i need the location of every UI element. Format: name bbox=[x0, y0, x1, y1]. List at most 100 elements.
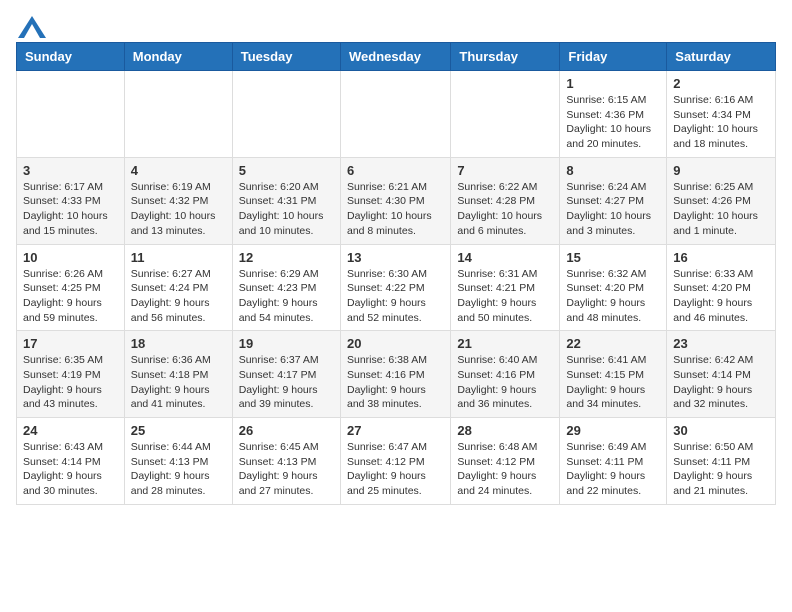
calendar-cell: 15 Sunrise: 6:32 AM Sunset: 4:20 PM Dayli… bbox=[560, 244, 667, 331]
day-number: 8 bbox=[566, 163, 660, 178]
calendar-cell bbox=[17, 71, 125, 158]
calendar-cell bbox=[451, 71, 560, 158]
day-info: Sunrise: 6:37 AM Sunset: 4:17 PM Dayligh… bbox=[239, 353, 334, 412]
calendar-cell: 24Sunrise: 6:43 AM Sunset: 4:14 PM Dayli… bbox=[17, 418, 125, 505]
calendar-cell bbox=[340, 71, 450, 158]
day-info: Sunrise: 6:31 AM Sunset: 4:21 PM Dayligh… bbox=[457, 267, 553, 326]
day-info: Sunrise: 6:43 AM Sunset: 4:14 PM Dayligh… bbox=[23, 440, 118, 499]
calendar-cell: 23 Sunrise: 6:42 AM Sunset: 4:14 PM Dayli… bbox=[667, 331, 776, 418]
calendar-cell: 20 Sunrise: 6:38 AM Sunset: 4:16 PM Dayli… bbox=[340, 331, 450, 418]
day-info: Sunrise: 6:33 AM Sunset: 4:20 PM Dayligh… bbox=[673, 267, 769, 326]
day-info: Sunrise: 6:48 AM Sunset: 4:12 PM Dayligh… bbox=[457, 440, 553, 499]
day-info: Sunrise: 6:15 AM Sunset: 4:36 PM Dayligh… bbox=[566, 93, 660, 152]
day-info: Sunrise: 6:25 AM Sunset: 4:26 PM Dayligh… bbox=[673, 180, 769, 239]
day-info: Sunrise: 6:32 AM Sunset: 4:20 PM Dayligh… bbox=[566, 267, 660, 326]
calendar-cell: 26 Sunrise: 6:45 AM Sunset: 4:13 PM Dayli… bbox=[232, 418, 340, 505]
calendar-day-header: Saturday bbox=[667, 43, 776, 71]
page-header bbox=[16, 16, 776, 34]
calendar-cell: 9 Sunrise: 6:25 AM Sunset: 4:26 PM Daylig… bbox=[667, 157, 776, 244]
day-number: 13 bbox=[347, 250, 444, 265]
calendar-cell: 2 Sunrise: 6:16 AM Sunset: 4:34 PM Daylig… bbox=[667, 71, 776, 158]
day-info: Sunrise: 6:26 AM Sunset: 4:25 PM Dayligh… bbox=[23, 267, 118, 326]
calendar-cell: 21Sunrise: 6:40 AM Sunset: 4:16 PM Dayli… bbox=[451, 331, 560, 418]
day-info: Sunrise: 6:38 AM Sunset: 4:16 PM Dayligh… bbox=[347, 353, 444, 412]
calendar-cell: 16 Sunrise: 6:33 AM Sunset: 4:20 PM Dayli… bbox=[667, 244, 776, 331]
calendar-cell: 29Sunrise: 6:49 AM Sunset: 4:11 PM Dayli… bbox=[560, 418, 667, 505]
day-number: 26 bbox=[239, 423, 334, 438]
calendar-cell bbox=[124, 71, 232, 158]
day-number: 19 bbox=[239, 336, 334, 351]
calendar-week-row: 1Sunrise: 6:15 AM Sunset: 4:36 PM Daylig… bbox=[17, 71, 776, 158]
day-number: 22 bbox=[566, 336, 660, 351]
calendar-cell: 13 Sunrise: 6:30 AM Sunset: 4:22 PM Dayli… bbox=[340, 244, 450, 331]
day-number: 15 bbox=[566, 250, 660, 265]
calendar-cell: 3Sunrise: 6:17 AM Sunset: 4:33 PM Daylig… bbox=[17, 157, 125, 244]
day-info: Sunrise: 6:24 AM Sunset: 4:27 PM Dayligh… bbox=[566, 180, 660, 239]
day-info: Sunrise: 6:35 AM Sunset: 4:19 PM Dayligh… bbox=[23, 353, 118, 412]
day-number: 18 bbox=[131, 336, 226, 351]
logo-icon bbox=[18, 16, 46, 38]
day-info: Sunrise: 6:21 AM Sunset: 4:30 PM Dayligh… bbox=[347, 180, 444, 239]
calendar-cell: 4 Sunrise: 6:19 AM Sunset: 4:32 PM Daylig… bbox=[124, 157, 232, 244]
calendar-header-row: SundayMondayTuesdayWednesdayThursdayFrid… bbox=[17, 43, 776, 71]
day-info: Sunrise: 6:47 AM Sunset: 4:12 PM Dayligh… bbox=[347, 440, 444, 499]
day-info: Sunrise: 6:40 AM Sunset: 4:16 PM Dayligh… bbox=[457, 353, 553, 412]
day-info: Sunrise: 6:50 AM Sunset: 4:11 PM Dayligh… bbox=[673, 440, 769, 499]
day-number: 2 bbox=[673, 76, 769, 91]
calendar-cell: 17 Sunrise: 6:35 AM Sunset: 4:19 PM Dayli… bbox=[17, 331, 125, 418]
calendar-cell: 28 Sunrise: 6:48 AM Sunset: 4:12 PM Dayli… bbox=[451, 418, 560, 505]
day-info: Sunrise: 6:27 AM Sunset: 4:24 PM Dayligh… bbox=[131, 267, 226, 326]
day-number: 11 bbox=[131, 250, 226, 265]
calendar-cell: 25Sunrise: 6:44 AM Sunset: 4:13 PM Dayli… bbox=[124, 418, 232, 505]
day-number: 12 bbox=[239, 250, 334, 265]
calendar-day-header: Thursday bbox=[451, 43, 560, 71]
day-number: 28 bbox=[457, 423, 553, 438]
day-info: Sunrise: 6:45 AM Sunset: 4:13 PM Dayligh… bbox=[239, 440, 334, 499]
calendar-week-row: 3Sunrise: 6:17 AM Sunset: 4:33 PM Daylig… bbox=[17, 157, 776, 244]
calendar-cell: 19 Sunrise: 6:37 AM Sunset: 4:17 PM Dayli… bbox=[232, 331, 340, 418]
day-info: Sunrise: 6:20 AM Sunset: 4:31 PM Dayligh… bbox=[239, 180, 334, 239]
day-number: 17 bbox=[23, 336, 118, 351]
calendar-cell: 8 Sunrise: 6:24 AM Sunset: 4:27 PM Daylig… bbox=[560, 157, 667, 244]
day-info: Sunrise: 6:49 AM Sunset: 4:11 PM Dayligh… bbox=[566, 440, 660, 499]
day-number: 9 bbox=[673, 163, 769, 178]
calendar-day-header: Tuesday bbox=[232, 43, 340, 71]
day-number: 10 bbox=[23, 250, 118, 265]
day-info: Sunrise: 6:30 AM Sunset: 4:22 PM Dayligh… bbox=[347, 267, 444, 326]
calendar-cell: 18 Sunrise: 6:36 AM Sunset: 4:18 PM Dayli… bbox=[124, 331, 232, 418]
calendar-table: SundayMondayTuesdayWednesdayThursdayFrid… bbox=[16, 42, 776, 505]
day-number: 30 bbox=[673, 423, 769, 438]
day-number: 6 bbox=[347, 163, 444, 178]
day-number: 27 bbox=[347, 423, 444, 438]
day-info: Sunrise: 6:22 AM Sunset: 4:28 PM Dayligh… bbox=[457, 180, 553, 239]
calendar-cell: 5 Sunrise: 6:20 AM Sunset: 4:31 PM Daylig… bbox=[232, 157, 340, 244]
calendar-cell: 30 Sunrise: 6:50 AM Sunset: 4:11 PM Dayli… bbox=[667, 418, 776, 505]
day-info: Sunrise: 6:19 AM Sunset: 4:32 PM Dayligh… bbox=[131, 180, 226, 239]
day-number: 14 bbox=[457, 250, 553, 265]
calendar-week-row: 17 Sunrise: 6:35 AM Sunset: 4:19 PM Dayli… bbox=[17, 331, 776, 418]
calendar-cell: 6 Sunrise: 6:21 AM Sunset: 4:30 PM Daylig… bbox=[340, 157, 450, 244]
calendar-cell: 11 Sunrise: 6:27 AM Sunset: 4:24 PM Dayli… bbox=[124, 244, 232, 331]
day-number: 23 bbox=[673, 336, 769, 351]
day-info: Sunrise: 6:29 AM Sunset: 4:23 PM Dayligh… bbox=[239, 267, 334, 326]
calendar-cell: 12 Sunrise: 6:29 AM Sunset: 4:23 PM Dayli… bbox=[232, 244, 340, 331]
calendar-cell: 14 Sunrise: 6:31 AM Sunset: 4:21 PM Dayli… bbox=[451, 244, 560, 331]
day-number: 20 bbox=[347, 336, 444, 351]
day-number: 7 bbox=[457, 163, 553, 178]
day-info: Sunrise: 6:41 AM Sunset: 4:15 PM Dayligh… bbox=[566, 353, 660, 412]
logo bbox=[16, 16, 46, 34]
calendar-cell: 1Sunrise: 6:15 AM Sunset: 4:36 PM Daylig… bbox=[560, 71, 667, 158]
day-info: Sunrise: 6:16 AM Sunset: 4:34 PM Dayligh… bbox=[673, 93, 769, 152]
day-number: 25 bbox=[131, 423, 226, 438]
calendar-day-header: Friday bbox=[560, 43, 667, 71]
calendar-cell bbox=[232, 71, 340, 158]
day-info: Sunrise: 6:36 AM Sunset: 4:18 PM Dayligh… bbox=[131, 353, 226, 412]
calendar-cell: 7 Sunrise: 6:22 AM Sunset: 4:28 PM Daylig… bbox=[451, 157, 560, 244]
day-number: 16 bbox=[673, 250, 769, 265]
day-info: Sunrise: 6:17 AM Sunset: 4:33 PM Dayligh… bbox=[23, 180, 118, 239]
day-info: Sunrise: 6:42 AM Sunset: 4:14 PM Dayligh… bbox=[673, 353, 769, 412]
day-number: 5 bbox=[239, 163, 334, 178]
calendar-cell: 27 Sunrise: 6:47 AM Sunset: 4:12 PM Dayli… bbox=[340, 418, 450, 505]
calendar-day-header: Wednesday bbox=[340, 43, 450, 71]
day-number: 4 bbox=[131, 163, 226, 178]
